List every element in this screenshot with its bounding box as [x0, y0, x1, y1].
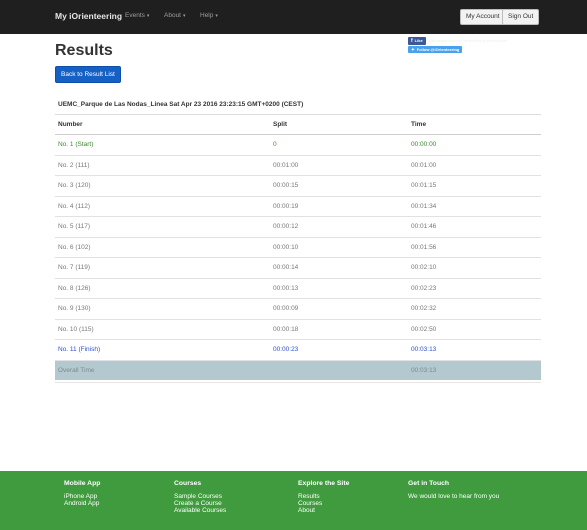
- about-menu-label: About: [164, 12, 181, 19]
- table-row: No. 9 (130) 00:00:09 00:02:32: [55, 298, 541, 319]
- divider: [55, 382, 541, 383]
- split-time: 00:00:12: [270, 216, 408, 237]
- brand-link[interactable]: My iOrienteering: [55, 11, 122, 21]
- table-row: No. 11 (Finish) 00:00:23 00:03:13: [55, 339, 541, 360]
- overall-time-row: Overall Time 00:03:13: [55, 359, 541, 380]
- control-number: No. 4 (112): [55, 195, 270, 217]
- twitter-follow-label: Follow @iOrienteering: [416, 47, 460, 52]
- control-number: No. 2 (111): [55, 154, 270, 176]
- cumulative-time: 00:01:00: [408, 154, 541, 176]
- control-number: No. 9 (130): [55, 298, 270, 319]
- facebook-like-label: Like: [414, 38, 423, 43]
- footer-courses: Courses Sample Courses Create a Course A…: [174, 480, 226, 514]
- about-link[interactable]: About: [298, 507, 349, 514]
- caret-down-icon: ▾: [183, 13, 186, 19]
- control-number: No. 11 (Finish): [55, 339, 270, 360]
- contact-text: We would love to hear from you: [408, 493, 500, 500]
- footer: Mobile App iPhone App Android App Course…: [0, 471, 587, 530]
- table-row: No. 5 (117) 00:00:12 00:01:46: [55, 216, 541, 237]
- control-number: No. 10 (115): [55, 318, 270, 340]
- split-time: 00:00:15: [270, 175, 408, 196]
- iphone-app-link[interactable]: iPhone App: [64, 493, 100, 500]
- results-link[interactable]: Results: [298, 493, 349, 500]
- number-column-header: Number: [55, 114, 270, 135]
- control-number: No. 5 (117): [55, 216, 270, 237]
- split-time: 00:00:09: [270, 298, 408, 319]
- cumulative-time: 00:02:50: [408, 318, 541, 340]
- page-title: Results: [55, 42, 113, 59]
- events-menu[interactable]: Events ▾: [125, 12, 149, 19]
- my-account-button[interactable]: My Account: [460, 9, 506, 25]
- split-time: 00:00:18: [270, 318, 408, 340]
- footer-mobile-app: Mobile App iPhone App Android App: [64, 480, 100, 507]
- control-number: No. 8 (126): [55, 277, 270, 299]
- control-number: No. 3 (120): [55, 175, 270, 196]
- cumulative-time: 00:00:00: [408, 134, 541, 155]
- facebook-like-widget: f Like 136 people like this. Be the first…: [408, 36, 508, 45]
- sign-out-button[interactable]: Sign Out: [502, 9, 540, 25]
- footer-contact: Get in Touch We would love to hear from …: [408, 480, 499, 500]
- cumulative-time: 00:03:13: [408, 339, 541, 360]
- android-app-link[interactable]: Android App: [64, 500, 100, 507]
- table-row: No. 1 (Start) 0 00:00:00: [55, 134, 541, 155]
- footer-explore: Explore the Site Results Courses About: [298, 480, 349, 514]
- sample-courses-link[interactable]: Sample Courses: [174, 493, 226, 500]
- help-menu[interactable]: Help ▾: [200, 12, 218, 19]
- split-time: 00:01:00: [270, 154, 408, 176]
- cumulative-time: 00:01:46: [408, 216, 541, 237]
- table-row: No. 8 (126) 00:00:13 00:02:23: [55, 277, 541, 299]
- control-number: No. 7 (119): [55, 257, 270, 278]
- table-row: No. 4 (112) 00:00:19 00:01:34: [55, 195, 541, 217]
- events-menu-label: Events: [125, 12, 145, 19]
- create-course-link[interactable]: Create a Course: [174, 500, 226, 507]
- split-time: 00:00:23: [270, 339, 408, 360]
- footer-heading: Courses: [174, 480, 202, 487]
- twitter-bird-icon: ✦: [411, 47, 415, 52]
- cumulative-time: 00:01:34: [408, 195, 541, 217]
- footer-heading: Explore the Site: [298, 480, 350, 487]
- overall-time-label: Overall Time: [55, 359, 270, 380]
- split-time: 00:00:10: [270, 236, 408, 258]
- split-time: 00:00:19: [270, 195, 408, 217]
- split-time: 00:00:14: [270, 257, 408, 278]
- control-number: No. 6 (102): [55, 236, 270, 258]
- cumulative-time: 00:02:10: [408, 257, 541, 278]
- cumulative-time: 00:01:56: [408, 236, 541, 258]
- footer-heading: Get in Touch: [408, 480, 450, 487]
- available-courses-link[interactable]: Available Courses: [174, 507, 226, 514]
- overall-split-empty: [270, 359, 408, 380]
- cumulative-time: 00:01:15: [408, 175, 541, 196]
- table-row: No. 6 (102) 00:00:10 00:01:56: [55, 236, 541, 258]
- cumulative-time: 00:02:32: [408, 298, 541, 319]
- footer-heading: Mobile App: [64, 480, 101, 487]
- help-menu-label: Help: [200, 12, 214, 19]
- table-row: No. 10 (115) 00:00:18 00:02:50: [55, 318, 541, 340]
- table-row: No. 2 (111) 00:01:00 00:01:00: [55, 154, 541, 176]
- table-row: No. 7 (119) 00:00:14 00:02:10: [55, 257, 541, 278]
- cumulative-time: 00:02:23: [408, 277, 541, 299]
- courses-link[interactable]: Courses: [298, 500, 349, 507]
- facebook-icon: f: [411, 37, 413, 44]
- caret-down-icon: ▾: [215, 13, 218, 19]
- time-column-header: Time: [408, 114, 541, 135]
- facebook-like-button[interactable]: f Like: [408, 36, 426, 45]
- control-number: No. 1 (Start): [55, 134, 270, 155]
- event-title: UEMC_Parque de Las Nodas_Linea Sat Apr 2…: [58, 101, 304, 108]
- facebook-like-count: 136 people like this. Be the first of yo…: [428, 38, 508, 43]
- split-column-header: Split: [270, 114, 408, 135]
- back-to-result-list-button[interactable]: Back to Result List: [55, 66, 121, 83]
- overall-time-value: 00:03:13: [408, 359, 541, 380]
- caret-down-icon: ▾: [146, 13, 150, 19]
- table-header-row: Number Split Time: [55, 114, 541, 135]
- split-time: 0: [270, 134, 408, 155]
- results-table: Number Split Time No. 1 (Start) 0 00:00:…: [55, 114, 541, 380]
- table-row: No. 3 (120) 00:00:15 00:01:15: [55, 175, 541, 196]
- about-menu[interactable]: About ▾: [164, 12, 186, 19]
- twitter-follow-button[interactable]: ✦ Follow @iOrienteering: [408, 46, 463, 53]
- split-time: 00:00:13: [270, 277, 408, 299]
- navbar: My iOrienteering Events ▾ About ▾ Help ▾ My…: [0, 0, 587, 34]
